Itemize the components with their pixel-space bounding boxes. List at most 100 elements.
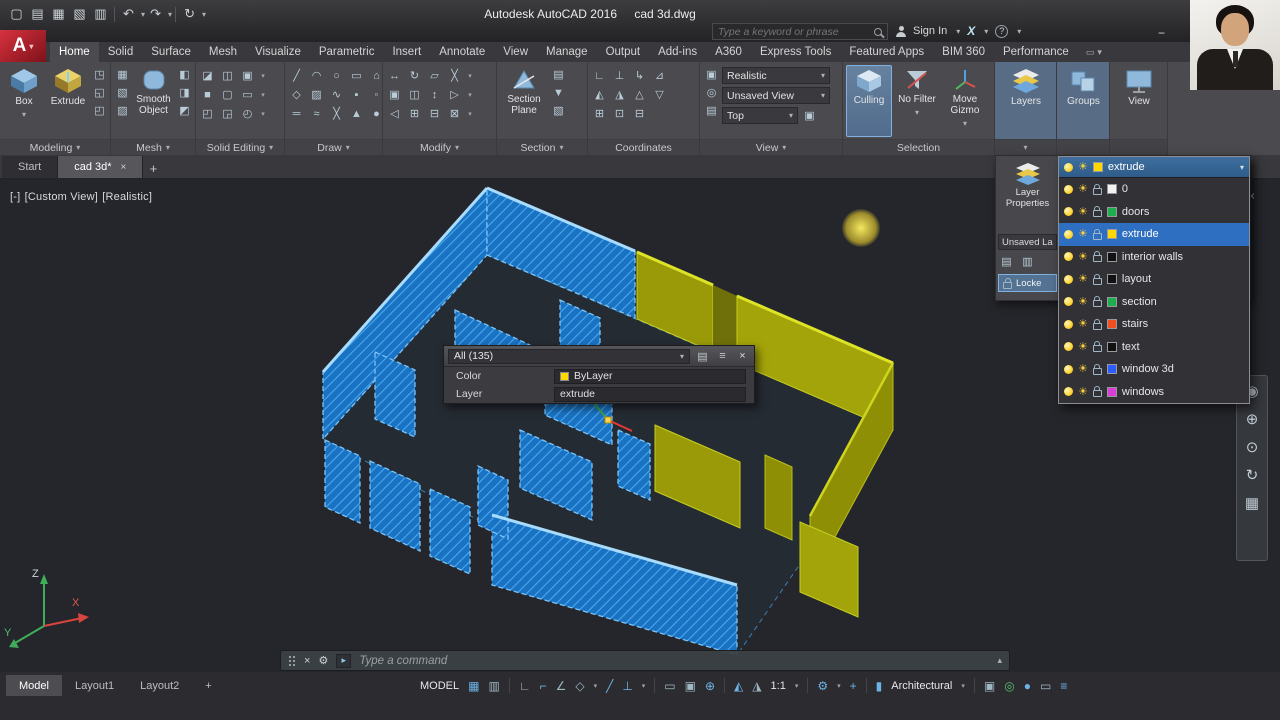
draw-circle-icon[interactable]: ○ <box>328 68 345 83</box>
layer-color-swatch[interactable] <box>1106 229 1117 240</box>
units-icon[interactable]: ▮ <box>876 679 883 693</box>
draw-spline-icon[interactable]: ∿ <box>328 87 345 102</box>
array-dropdown-icon[interactable]: ▾ <box>466 110 474 118</box>
imprint-icon[interactable]: ◲ <box>219 106 236 121</box>
layer-row-stairs[interactable]: ☀ stairs <box>1059 313 1249 336</box>
application-menu-button[interactable]: A ▾ <box>0 30 46 62</box>
panel-label-view-tools[interactable] <box>1110 139 1167 155</box>
tab-visualize[interactable]: Visualize <box>246 42 310 62</box>
slice-icon[interactable]: ■ <box>199 87 216 102</box>
box-dropdown-icon[interactable]: ▾ <box>22 109 26 120</box>
save-icon[interactable]: ▦ <box>48 4 69 24</box>
union-icon[interactable]: ◪ <box>199 68 216 83</box>
tab-view[interactable]: View <box>494 42 537 62</box>
isodraft-dropdown-icon[interactable]: ▾ <box>594 682 598 690</box>
layer-thaw-icon[interactable]: ☀ <box>1078 206 1088 217</box>
layer-on-icon[interactable] <box>1064 342 1073 352</box>
layer-color-swatch[interactable] <box>1106 274 1117 285</box>
autoscale-icon[interactable]: ◮ <box>752 679 761 693</box>
object-snap-icon[interactable]: ⊥ <box>622 679 632 693</box>
panel-label-modeling[interactable]: Modeling ▾ <box>0 139 110 155</box>
pan-icon[interactable]: ⊕ <box>1246 412 1259 428</box>
command-line[interactable]: × ⚙ ▸ Type a command ▴ <box>280 650 1010 671</box>
layer-combo-header[interactable]: ☀ extrude ▾ <box>1059 157 1249 178</box>
tab-surface[interactable]: Surface <box>142 42 200 62</box>
plot-icon[interactable]: ▥ <box>90 4 111 24</box>
mirror-icon[interactable]: ◫ <box>406 87 423 102</box>
layer-row-0[interactable]: ☀ 0 <box>1059 178 1249 201</box>
exchange-dropdown-icon[interactable]: ▾ <box>984 27 988 36</box>
close-tab-icon[interactable]: × <box>121 162 127 173</box>
offset-icon[interactable]: ⊟ <box>426 106 443 121</box>
panel-label-view[interactable]: View ▾ <box>700 139 842 155</box>
orbit-icon[interactable]: ↻ <box>1246 468 1259 484</box>
polysolid-icon[interactable]: ◳ <box>91 67 108 82</box>
layer-thaw-icon[interactable]: ☀ <box>1078 162 1088 173</box>
draw-wedge-icon[interactable]: ▲ <box>348 106 365 121</box>
layer-on-icon[interactable] <box>1064 229 1073 239</box>
annotation-scale-button[interactable]: 1:1 <box>771 680 786 692</box>
layer-row-text[interactable]: ☀ text <box>1059 336 1249 359</box>
layer-state-save-icon[interactable]: ▤ <box>998 254 1015 269</box>
tab-performance[interactable]: Performance <box>994 42 1078 62</box>
tab-express-tools[interactable]: Express Tools <box>751 42 840 62</box>
layer-state-combo[interactable]: Unsaved La <box>998 234 1057 250</box>
fillet-dropdown-icon[interactable]: ▾ <box>466 91 474 99</box>
panel-label-groups[interactable] <box>1057 139 1109 155</box>
fillet-icon[interactable]: ▷ <box>446 87 463 102</box>
tab-annotate[interactable]: Annotate <box>430 42 494 62</box>
viewport-config-icon[interactable]: ▣ <box>801 108 818 123</box>
new-file-icon[interactable]: ▢ <box>6 4 27 24</box>
customization-icon[interactable]: ≡ <box>1060 679 1067 693</box>
layer-row-extrude[interactable]: ☀ extrude <box>1059 223 1249 246</box>
tab-a360[interactable]: A360 <box>706 42 751 62</box>
named-view-combo[interactable]: Unsaved View ▾ <box>722 87 830 104</box>
layer-row-interior-walls[interactable]: ☀ interior walls <box>1059 246 1249 269</box>
annotation-scale-dropdown-icon[interactable]: ▾ <box>795 682 799 690</box>
tab-mesh[interactable]: Mesh <box>200 42 246 62</box>
lock-icon[interactable] <box>1092 318 1102 330</box>
help-icon[interactable]: ? <box>995 24 1009 38</box>
layer-thaw-icon[interactable]: ☀ <box>1078 251 1088 262</box>
solid-edit-dropdown-icon[interactable]: ▾ <box>259 91 267 99</box>
copy-icon[interactable]: ▣ <box>386 87 403 102</box>
move-gizmo-dropdown-icon[interactable]: ▾ <box>963 118 967 129</box>
sign-in-button[interactable]: Sign In <box>913 25 947 37</box>
generate-section-icon[interactable]: ▧ <box>550 103 567 118</box>
command-tools-icon[interactable]: ⚙ <box>318 654 328 667</box>
lineweight-icon[interactable]: ▭ <box>664 679 675 693</box>
layer-thaw-icon[interactable]: ☀ <box>1078 184 1088 195</box>
layer-on-icon[interactable] <box>1064 319 1073 329</box>
infer-constraints-icon[interactable]: ∟ <box>519 679 531 693</box>
draw-line-icon[interactable]: ╱ <box>288 68 305 83</box>
panel-label-section[interactable]: Section ▾ <box>497 139 587 155</box>
stretch-icon[interactable]: ▱ <box>426 68 443 83</box>
view-control[interactable]: [Custom View] <box>25 191 98 203</box>
groups-panel-button[interactable]: Groups <box>1060 65 1107 137</box>
panel-label-selection[interactable]: Selection <box>843 139 994 155</box>
camera-icon[interactable]: ◎ <box>703 85 720 100</box>
draw-polyline-icon[interactable]: ◠ <box>308 68 325 83</box>
snap-mode-icon[interactable]: ▥ <box>488 679 499 693</box>
layer-color-swatch[interactable] <box>1106 364 1117 375</box>
tab-insert[interactable]: Insert <box>383 42 430 62</box>
minimize-button[interactable]: − <box>1158 26 1165 40</box>
ucs-object-icon[interactable]: ◭ <box>591 87 608 102</box>
tab-add-ins[interactable]: Add-ins <box>649 42 706 62</box>
workspace-dropdown-icon[interactable]: ▾ <box>837 682 841 690</box>
smooth-less-icon[interactable]: ◨ <box>176 85 193 100</box>
zoom-icon[interactable]: ⊙ <box>1246 440 1259 456</box>
solid-check-dropdown-icon[interactable]: ▾ <box>259 110 267 118</box>
tab-parametric[interactable]: Parametric <box>310 42 384 62</box>
command-close-icon[interactable]: × <box>304 655 310 667</box>
panel-label-draw[interactable]: Draw ▾ <box>285 139 382 155</box>
clean-screen-icon[interactable]: ▭ <box>1040 679 1051 693</box>
layer-color-swatch[interactable] <box>1092 162 1103 172</box>
tab-featured-apps[interactable]: Featured Apps <box>840 42 933 62</box>
ribbon-display-toggle[interactable]: ▭ ▾ <box>1078 42 1110 62</box>
viewport-menu-control[interactable]: [-] <box>10 191 20 203</box>
layer-on-icon[interactable] <box>1064 162 1073 172</box>
lock-icon[interactable] <box>1092 228 1102 240</box>
layer-row-windows[interactable]: ☀ windows <box>1059 381 1249 404</box>
layer-row-doors[interactable]: ☀ doors <box>1059 201 1249 224</box>
